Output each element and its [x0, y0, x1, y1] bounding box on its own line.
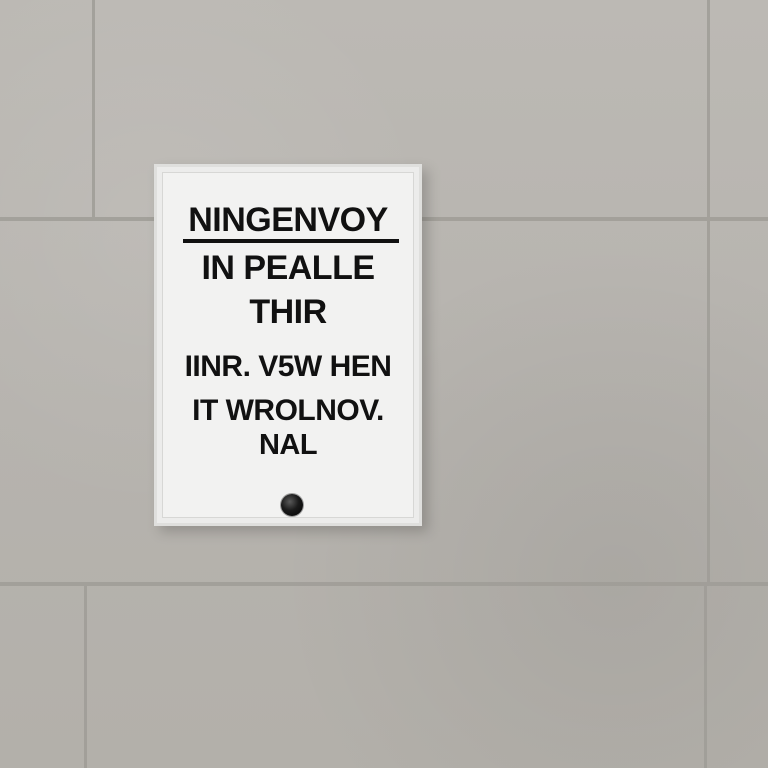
sign-underline — [183, 239, 399, 243]
sign-line-1: NINGENVOY — [188, 201, 388, 239]
sign-button-hole — [281, 494, 303, 516]
sign-line-6: NAL — [258, 429, 318, 461]
wall-sign: NINGENVOY IN PEALLE THIR IINR. V5W HEN I… — [154, 164, 422, 526]
sign-line-2: IN PEALLE — [201, 249, 375, 287]
mortar-line-vertical-right-middle — [707, 221, 710, 582]
mortar-line-vertical-left-top — [92, 0, 95, 217]
sign-line-5: IT WROLNOV. — [192, 394, 384, 427]
mortar-line-vertical-left-bottom — [84, 586, 87, 768]
mortar-line-horizontal-bottom — [0, 582, 768, 586]
mortar-line-vertical-right-top — [707, 0, 710, 217]
mortar-line-vertical-right-bottom — [704, 586, 707, 768]
sign-line-4: IINR. V5W HEN — [184, 350, 392, 383]
sign-line-3: THIR — [249, 293, 327, 331]
